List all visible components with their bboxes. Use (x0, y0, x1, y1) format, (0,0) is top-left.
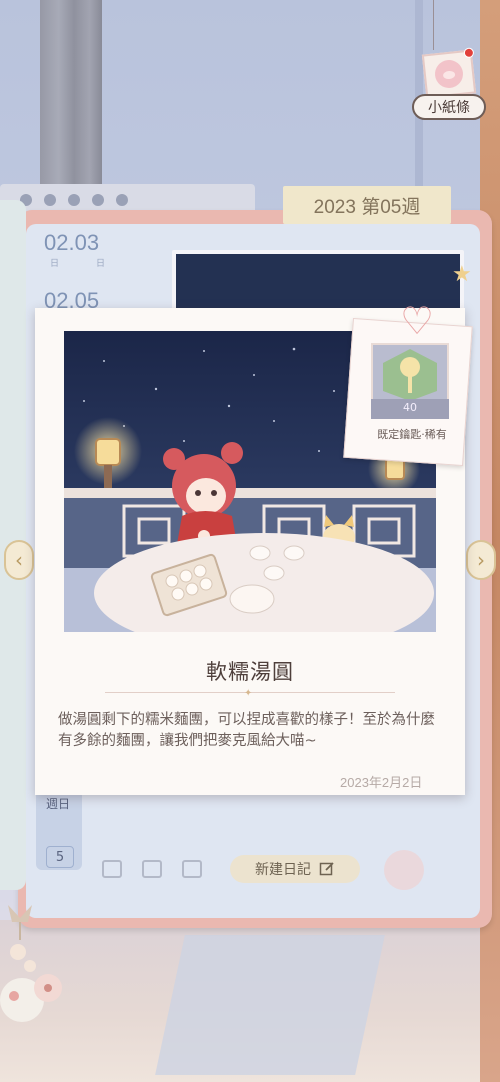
next-arrow-button[interactable]: › (466, 540, 496, 580)
notification-dot (463, 47, 475, 59)
star-icon: ★ (452, 262, 472, 287)
key-item-icon (383, 349, 437, 401)
sticker-slot[interactable] (182, 860, 202, 878)
date-end-day: 日 (96, 259, 106, 269)
floor-paper-decoration (155, 935, 385, 1075)
heart-icon: ♡ (400, 299, 435, 343)
note-button[interactable]: 小紙條 (412, 94, 486, 120)
entry-title: 軟糯湯圓 (206, 660, 294, 684)
round-button[interactable] (384, 850, 424, 890)
curtain-decoration (40, 0, 102, 195)
binding-hole (44, 194, 56, 206)
prev-arrow-button[interactable]: ‹ (4, 540, 34, 580)
note-card[interactable] (421, 47, 477, 99)
day-label: 週日 (46, 797, 71, 811)
binding-hole (68, 194, 80, 206)
date-start: 02.03 (44, 230, 100, 255)
binding-hole (92, 194, 104, 206)
reward-label: 既定鑰匙·稀有 (377, 428, 447, 441)
entry-date: 2023年2月2日 (340, 775, 423, 790)
edit-icon (319, 862, 334, 876)
day-number: 5 (46, 846, 74, 868)
new-diary-label: 新建日記 (255, 862, 311, 878)
divider-ornament: ✦ (244, 688, 253, 699)
sticker-slot[interactable] (142, 860, 162, 878)
reward-count: 40 (403, 401, 417, 414)
entry-description: 做湯圓剩下的糯米麵團，可以捏成喜歡的樣子！至於為什麼有多餘的麵團，讓我們把麥克風… (58, 712, 435, 749)
bell-charm-decoration (0, 905, 62, 1022)
note-string (433, 0, 434, 50)
binding-hole (116, 194, 128, 206)
new-diary-button[interactable]: 新建日記 (230, 855, 360, 883)
sticker-slot[interactable] (102, 860, 122, 878)
date-start-day: 日 (50, 259, 60, 269)
character-avatar (433, 58, 465, 90)
week-tab: 2023 第05週 (283, 186, 451, 224)
